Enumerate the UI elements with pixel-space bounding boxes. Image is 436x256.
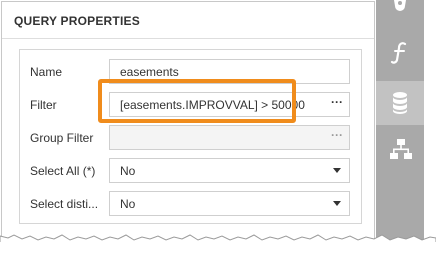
chevron-down-icon [333,168,341,173]
filter-row: Filter [easements.IMPROVVAL] > 50000 ··· [20,89,361,121]
hierarchy-icon [390,139,412,159]
properties-form: Name easements Filter [easements.IMPROVV… [19,49,362,224]
select-distinct-row: Select disti... No [20,188,361,220]
sidebar-item-data-source[interactable] [376,81,424,125]
sidebar-item-functions[interactable] [376,30,424,74]
chevron-down-icon [333,201,341,206]
select-all-value: No [120,164,136,178]
select-all-dropdown[interactable]: No [109,158,350,183]
group-filter-edit-button[interactable]: ··· [325,126,349,149]
select-distinct-dropdown[interactable]: No [109,191,350,216]
gear-icon [394,0,406,11]
database-icon [393,92,407,114]
filter-value: [easements.IMPROVVAL] > 50000 [120,98,305,112]
select-all-row: Select All (*) No [20,155,361,187]
query-properties-panel: QUERY PROPERTIES Name easements Filter [… [1,1,375,245]
sidebar-item-hierarchy[interactable] [376,128,424,172]
panel-title: QUERY PROPERTIES [14,14,140,28]
filter-input[interactable]: [easements.IMPROVVAL] > 50000 ··· [109,92,350,117]
sidebar-item-settings[interactable] [376,0,424,30]
select-distinct-value: No [120,197,136,211]
select-all-label: Select All (*) [30,164,96,178]
name-label: Name [30,65,63,79]
group-filter-label: Group Filter [30,131,94,145]
select-distinct-label: Select disti... [30,197,99,211]
name-value: easements [120,65,179,79]
filter-label: Filter [30,98,57,112]
torn-edge [0,234,436,256]
function-icon [390,42,407,64]
name-row: Name easements [20,56,361,88]
title-divider [2,38,374,39]
name-input[interactable]: easements [109,59,350,84]
right-toolbar [376,0,424,244]
filter-edit-button[interactable]: ··· [325,93,349,116]
group-filter-input[interactable]: ··· [109,125,350,150]
group-filter-row: Group Filter ··· [20,122,361,154]
